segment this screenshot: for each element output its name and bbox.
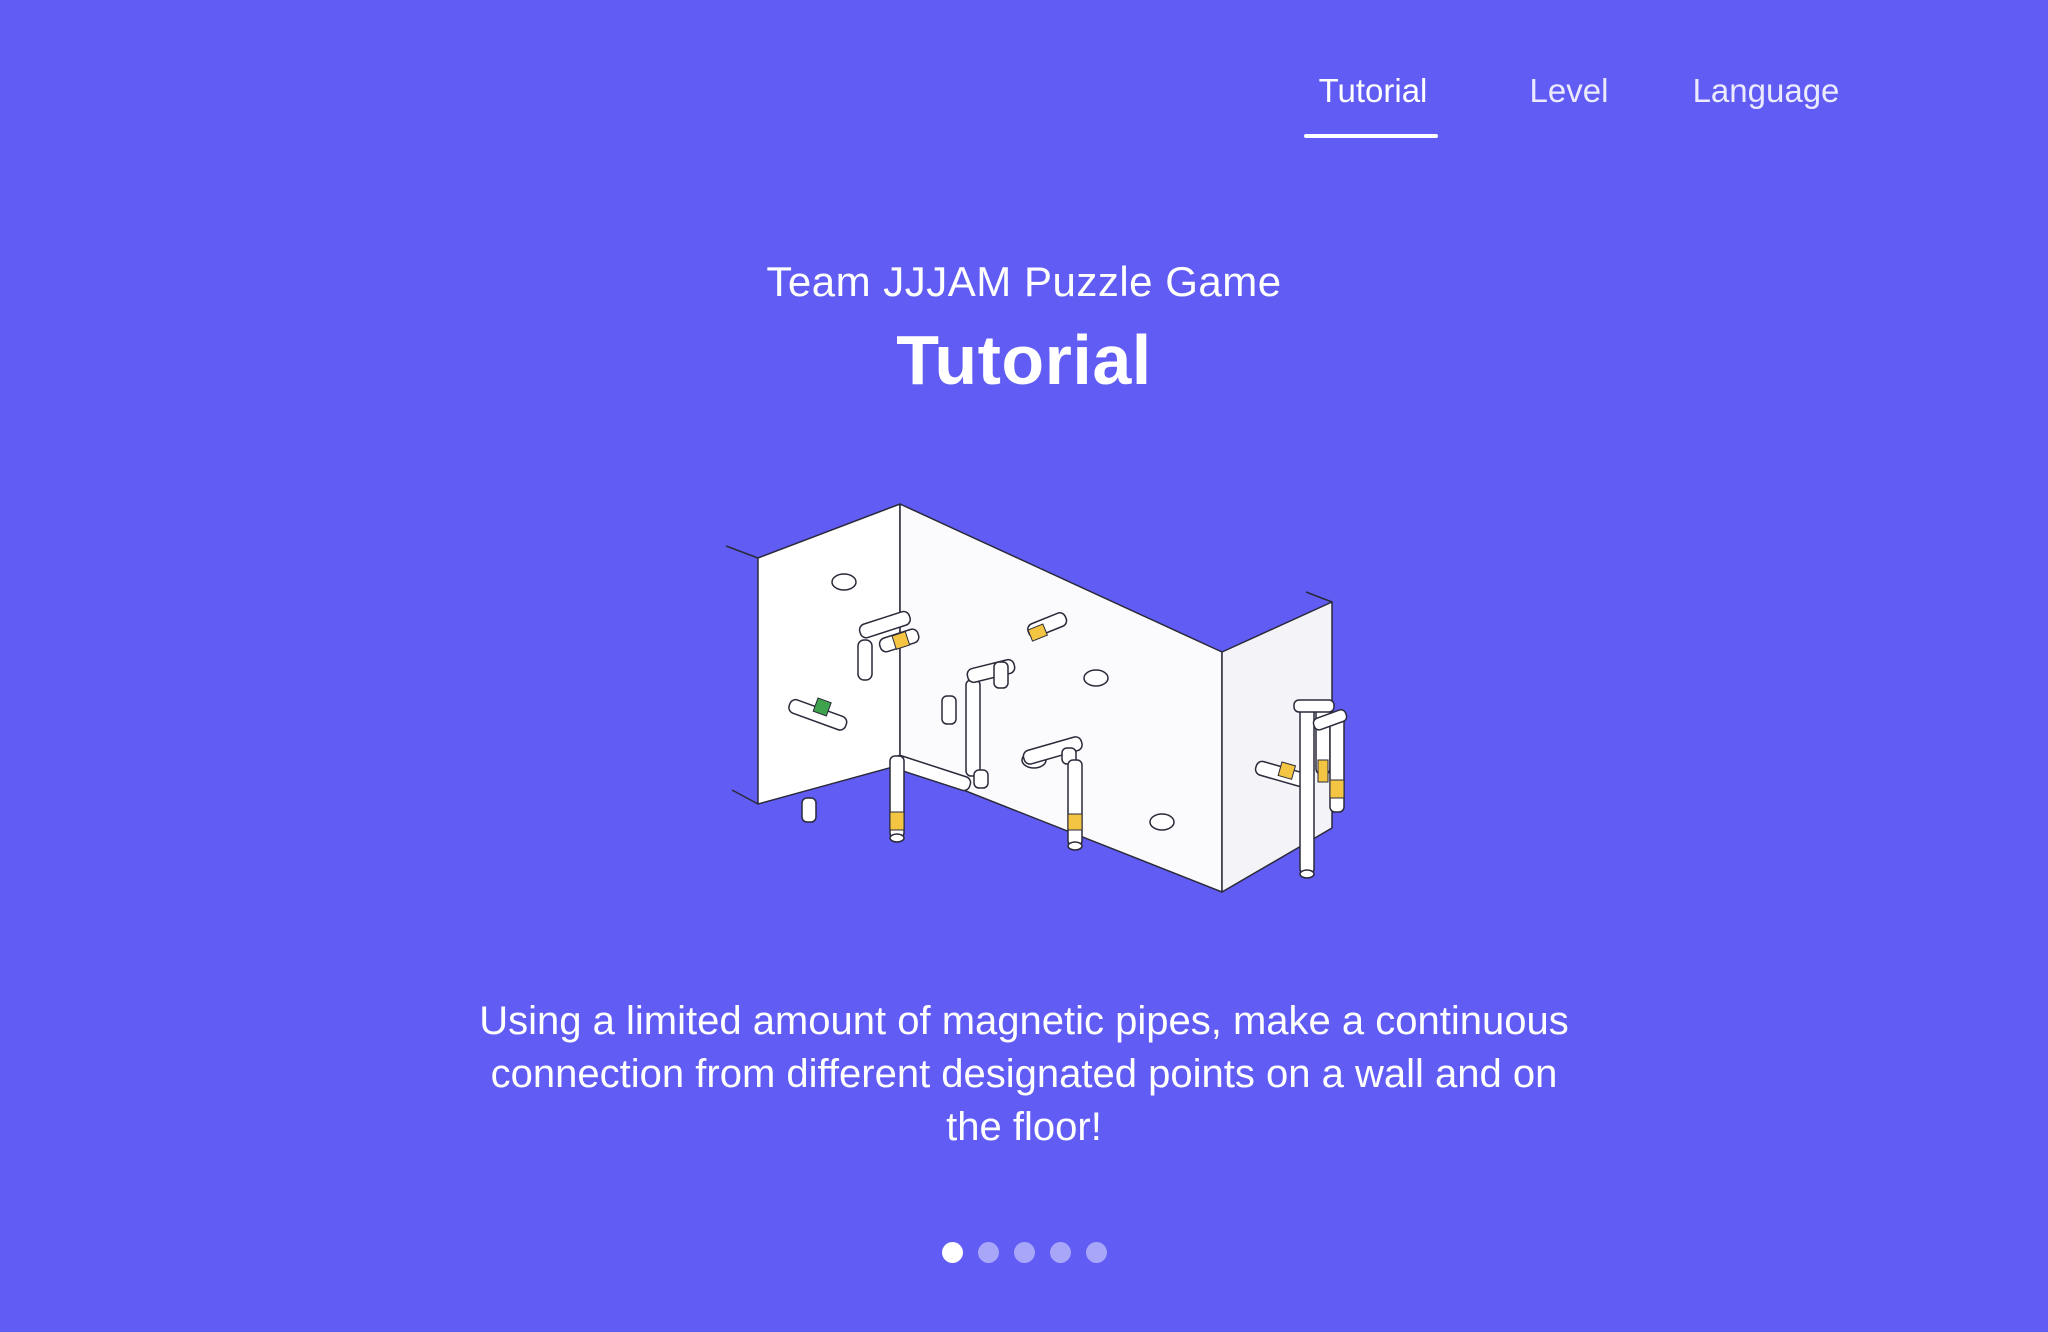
pagination-dots <box>0 1242 2048 1263</box>
magnetic-pipe-wall-illustration <box>710 490 1390 910</box>
pagination-dot-5[interactable] <box>1085 1242 1107 1263</box>
top-nav: Tutorial Level Language <box>0 72 2048 152</box>
pagination-dot-2[interactable] <box>977 1242 999 1263</box>
nav-active-underline <box>1304 134 1438 138</box>
pagination-dot-4[interactable] <box>1049 1242 1071 1263</box>
nav-tab-tutorial[interactable]: Tutorial <box>1305 72 1441 110</box>
pagination-dot-3[interactable] <box>1013 1242 1035 1263</box>
tutorial-description: Using a limited amount of magnetic pipes… <box>479 999 1569 1149</box>
nav-tab-level[interactable]: Level <box>1524 72 1614 110</box>
pagination-dot-1[interactable] <box>941 1242 963 1263</box>
page-subtitle: Team JJJAM Puzzle Game <box>766 258 1282 305</box>
page-title: Tutorial <box>896 321 1152 399</box>
nav-tab-language[interactable]: Language <box>1688 72 1844 110</box>
